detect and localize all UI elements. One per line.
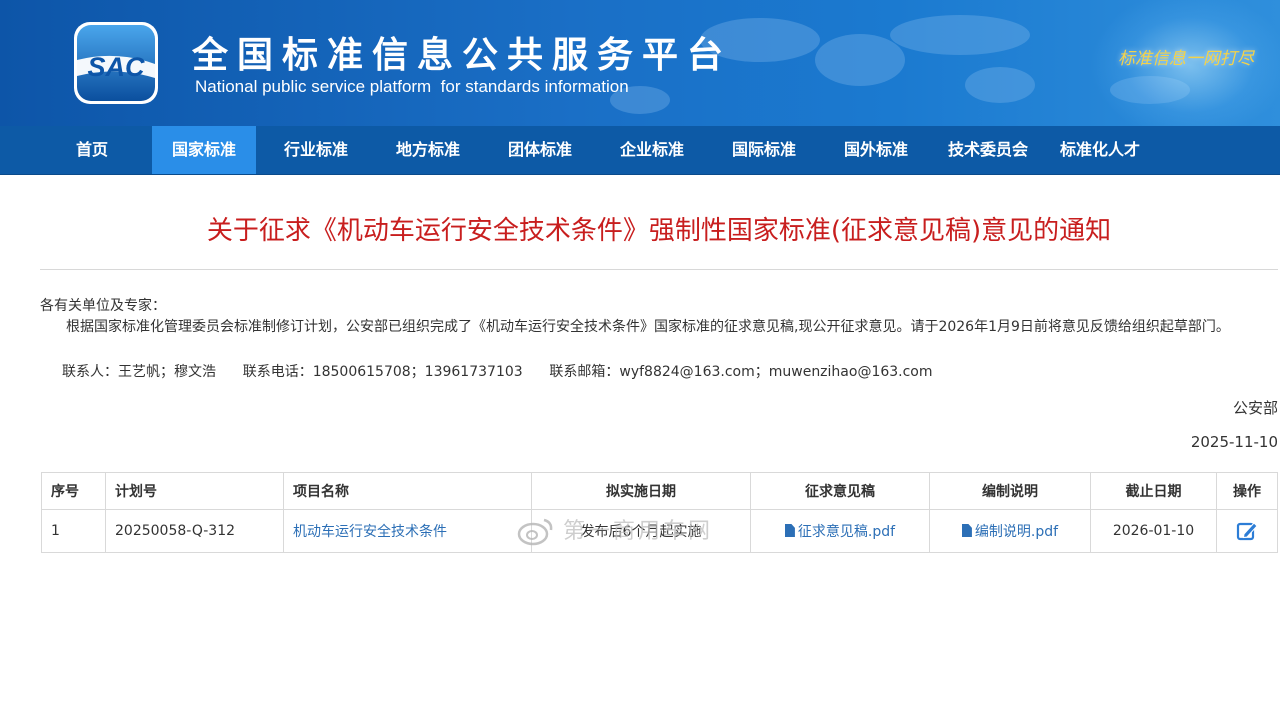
slogan: 标准信息一网打尽 [1118, 49, 1254, 69]
phone-label: 联系电话： [242, 364, 313, 380]
file-icon [961, 524, 972, 537]
main-nav: 首页 国家标准 行业标准 地方标准 团体标准 企业标准 国际标准 国外标准 技术… [0, 126, 1280, 175]
email-value: wyf8824@163.com；muwenzihao@163.com [619, 364, 933, 380]
cell-implement-date: 发布后6个月起实施 [531, 509, 751, 553]
header-implement-date: 拟实施日期 [531, 472, 751, 510]
nav-item-local-standards[interactable]: 地方标准 [376, 126, 480, 174]
notice-title: 关于征求《机动车运行安全技术条件》强制性国家标准(征求意见稿)意见的通知 [206, 216, 1112, 246]
nav-item-technical-committees[interactable]: 技术委员会 [936, 126, 1040, 174]
nav-item-group-standards[interactable]: 团体标准 [488, 126, 592, 174]
header-action: 操作 [1216, 472, 1278, 510]
nav-item-standardization-talent[interactable]: 标准化人才 [1048, 126, 1152, 174]
site-subtitle: National public service platform for sta… [195, 77, 629, 96]
cell-deadline: 2026-01-10 [1090, 509, 1217, 553]
cell-index: 1 [41, 509, 106, 553]
header-index: 序号 [41, 472, 106, 510]
header-deadline: 截止日期 [1090, 472, 1217, 510]
contact-label: 联系人： [62, 364, 118, 380]
sac-logo[interactable]: SAC [72, 20, 160, 106]
notice-signature: 公安部 [1232, 399, 1278, 417]
nav-item-international-standards[interactable]: 国际标准 [712, 126, 816, 174]
project-link[interactable]: 机动车运行安全技术条件 [293, 524, 447, 540]
notice-date: 2025-11-10 [1190, 433, 1278, 451]
phone-value: 18500615708；13961737103 [312, 364, 523, 380]
header-plan-no: 计划号 [105, 472, 284, 510]
nav-item-industry-standards[interactable]: 行业标准 [264, 126, 368, 174]
nav-item-home[interactable]: 首页 [40, 126, 144, 174]
site-title: 全国标准信息公共服务平台 [192, 35, 733, 76]
notice-greeting: 各有关单位及专家： [40, 298, 166, 314]
file-icon [784, 524, 795, 537]
draft-file-link[interactable]: 征求意见稿.pdf [784, 524, 896, 540]
notice-paragraph: 根据国家标准化管理委员会标准制修订计划，公安部已组织完成了《机动车运行安全技术条… [66, 319, 1230, 335]
nav-item-national-standards[interactable]: 国家标准 [152, 126, 256, 174]
cell-plan-no: 20250058-Q-312 [105, 509, 284, 553]
explanation-file-link[interactable]: 编制说明.pdf [961, 524, 1059, 540]
table-row: 1 20250058-Q-312 机动车运行安全技术条件 发布后6个月起实施 征… [41, 509, 1278, 553]
nav-item-foreign-standards[interactable]: 国外标准 [824, 126, 928, 174]
contact-value: 王艺帆；穆文浩 [118, 364, 216, 380]
header-project: 项目名称 [283, 472, 532, 510]
contact-line: 联系人：王艺帆；穆文浩 联系电话：18500615708；13961737103… [62, 362, 1280, 382]
nav-item-enterprise-standards[interactable]: 企业标准 [600, 126, 704, 174]
explanation-file-label: 编制说明.pdf [974, 524, 1059, 540]
table-header-row: 序号 计划号 项目名称 拟实施日期 征求意见稿 编制说明 截止日期 操作 [41, 472, 1278, 510]
edit-icon[interactable] [1236, 520, 1258, 542]
standards-table: 序号 计划号 项目名称 拟实施日期 征求意见稿 编制说明 截止日期 操作 1 2… [41, 472, 1278, 553]
logo-text: SAC [87, 52, 145, 82]
site-header: SAC 全国标准信息公共服务平台 National public service… [0, 0, 1280, 126]
header-explanation: 编制说明 [929, 472, 1091, 510]
header-draft: 征求意见稿 [750, 472, 930, 510]
draft-file-label: 征求意见稿.pdf [797, 524, 896, 540]
title-divider [40, 269, 1278, 270]
email-label: 联系邮箱： [549, 364, 620, 380]
